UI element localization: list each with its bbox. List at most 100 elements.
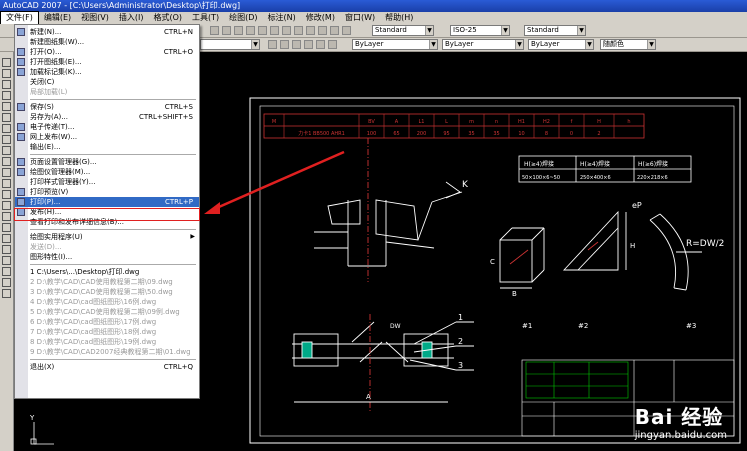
file-menu-item[interactable]: 绘图仪管理器(M)... [15, 167, 199, 177]
draw-tool-icon[interactable] [2, 69, 11, 78]
toolbar-icon[interactable] [342, 26, 351, 35]
toolbar-icon[interactable] [328, 40, 337, 49]
draw-tool-icon[interactable] [2, 278, 11, 287]
markup-icon [17, 68, 25, 76]
label-k: K [462, 180, 469, 190]
file-menu-item[interactable]: 网上发布(W)... [15, 132, 199, 142]
file-menu-item[interactable]: 保存(S) CTRL+S [15, 102, 199, 112]
file-menu-item[interactable]: 打印(P)... CTRL+P [15, 197, 199, 207]
draw-tool-icon[interactable] [2, 190, 11, 199]
lineweight-select[interactable]: ByLayer ▼ [528, 39, 594, 50]
toolbar-icon[interactable] [222, 26, 231, 35]
file-menu-item: 7 D:\教学\CAD\cad图纸图形\18例.dwg [15, 327, 199, 337]
draw-tool-icon[interactable] [2, 256, 11, 265]
table-row-cell: 10 [518, 131, 524, 137]
file-menu-item[interactable]: 另存为(A)... CTRL+SHIFT+S [15, 112, 199, 122]
toolbar-icon[interactable] [234, 26, 243, 35]
file-menu-item-label: 9 D:\教学\CAD\CAD2007经典教程第二期\01.dwg [30, 348, 191, 356]
file-menu-item[interactable]: 打印样式管理器(Y)... [15, 177, 199, 187]
menu-7[interactable]: 标注(N) [263, 12, 301, 24]
title-bar: AutoCAD 2007 - [C:\Users\Administrator\D… [0, 0, 747, 12]
toolbar-icon[interactable] [316, 40, 325, 49]
menu-bar: 文件(F) 编辑(E) 视图(V) 插入(I) 格式(O) 工具(T) 绘图(D) 标注(N)… [0, 11, 747, 25]
file-menu-item[interactable]: 关闭(C) [15, 77, 199, 87]
draw-tool-icon[interactable] [2, 124, 11, 133]
file-menu-item[interactable]: 新建(N)... CTRL+N [15, 27, 199, 37]
toolbar-icon[interactable] [280, 40, 289, 49]
menu-3[interactable]: 插入(I) [114, 12, 149, 24]
file-menu-item[interactable]: 加载标记集(K)... [15, 67, 199, 77]
draw-tool-icon[interactable] [2, 267, 11, 276]
linetype-select[interactable]: ByLayer ▼ [442, 39, 524, 50]
file-menu-item[interactable]: 绘图实用程序(U) ▶ [15, 232, 199, 242]
file-menu-item: 局部加载(L) [15, 87, 199, 97]
draw-tool-icon[interactable] [2, 146, 11, 155]
dim-style-select[interactable]: ISO-25 ▼ [450, 25, 510, 36]
toolbar-icon[interactable] [304, 40, 313, 49]
file-menu-item-label: 3 D:\教学\CAD\CAD使用教程第二期\50.dwg [30, 288, 173, 296]
menu-5[interactable]: 工具(T) [187, 12, 224, 24]
toolbar-icon[interactable] [306, 26, 315, 35]
layer-select[interactable]: ▼ [200, 39, 260, 50]
toolbar-icon[interactable] [292, 40, 301, 49]
file-menu-item[interactable]: 图形特性(I)... [15, 252, 199, 262]
color-select[interactable]: ByLayer ▼ [352, 39, 438, 50]
toolbar-icon[interactable] [258, 26, 267, 35]
menu-0[interactable]: 文件(F) [0, 11, 39, 25]
draw-tool-icon[interactable] [2, 80, 11, 89]
file-menu-item[interactable]: 1 C:\Users\...\Desktop\打印.dwg [15, 267, 199, 277]
draw-tool-icon[interactable] [2, 157, 11, 166]
menu-8[interactable]: 修改(M) [301, 12, 340, 24]
toolbar-icon[interactable] [318, 26, 327, 35]
file-menu-item-label: 2 D:\教学\CAD\CAD使用教程第二期\09.dwg [30, 278, 173, 286]
draw-tool-icon[interactable] [2, 212, 11, 221]
file-menu-item[interactable]: 新建图纸集(W)... [15, 37, 199, 47]
file-menu-item[interactable]: 电子传递(T)... [15, 122, 199, 132]
menu-2[interactable]: 视图(V) [76, 12, 114, 24]
menu-separator [30, 264, 196, 265]
file-menu-item: 5 D:\教学\CAD\CAD使用教程第二期\09例.dwg [15, 307, 199, 317]
file-menu-item[interactable]: 页面设置管理器(G)... [15, 157, 199, 167]
file-menu-item-label: 加载标记集(K)... [30, 68, 82, 76]
draw-tool-icon[interactable] [2, 234, 11, 243]
toolbar-icon[interactable] [330, 26, 339, 35]
file-menu-item[interactable]: 打开图纸集(E)... [15, 57, 199, 67]
menu-9[interactable]: 窗口(W) [340, 12, 380, 24]
draw-tool-icon[interactable] [2, 289, 11, 298]
draw-tool-icon[interactable] [2, 168, 11, 177]
toolbar-icon[interactable] [282, 26, 291, 35]
toolbar-icon[interactable] [210, 26, 219, 35]
table-style-select[interactable]: Standard ▼ [524, 25, 586, 36]
draw-tool-icon[interactable] [2, 245, 11, 254]
draw-tool-icon[interactable] [2, 135, 11, 144]
draw-tool-icon[interactable] [2, 179, 11, 188]
toolbar-icon[interactable] [246, 26, 255, 35]
draw-tool-icon[interactable] [2, 102, 11, 111]
menu-1[interactable]: 编辑(E) [39, 12, 76, 24]
file-menu-item[interactable]: 输出(E)... [15, 142, 199, 152]
plotstyle-select[interactable]: 随颜色 ▼ [600, 39, 656, 50]
toolbar-icon[interactable] [294, 26, 303, 35]
draw-tool-icon[interactable] [2, 58, 11, 67]
menu-4[interactable]: 格式(O) [148, 12, 187, 24]
table-header-cell: h [627, 119, 630, 125]
toolbar-icon[interactable] [268, 40, 277, 49]
file-menu-item-label: 新建图纸集(W)... [30, 38, 85, 46]
file-menu-item-label: 另存为(A)... [30, 113, 68, 121]
spec-value-2: 250×400×6 [580, 175, 611, 181]
draw-tool-icon[interactable] [2, 201, 11, 210]
chevron-down-icon: ▼ [251, 40, 259, 49]
menu-6[interactable]: 绘图(D) [224, 12, 262, 24]
file-menu-item[interactable]: 打印预览(V) [15, 187, 199, 197]
text-style-select[interactable]: Standard ▼ [372, 25, 434, 36]
draw-tool-icon[interactable] [2, 223, 11, 232]
draw-tool-icon[interactable] [2, 113, 11, 122]
menu-10[interactable]: 帮助(H) [380, 12, 418, 24]
file-menu-item: 2 D:\教学\CAD\CAD使用教程第二期\09.dwg [15, 277, 199, 287]
draw-tool-icon[interactable] [2, 91, 11, 100]
file-menu-item[interactable]: 打开(O)... CTRL+O [15, 47, 199, 57]
file-menu-item[interactable]: 退出(X) CTRL+Q [15, 362, 199, 372]
file-menu-item-label: 退出(X) [30, 363, 55, 371]
toolbar-icon[interactable] [270, 26, 279, 35]
file-menu-item: 8 D:\教学\CAD\cad图纸图形\19例.dwg [15, 337, 199, 347]
